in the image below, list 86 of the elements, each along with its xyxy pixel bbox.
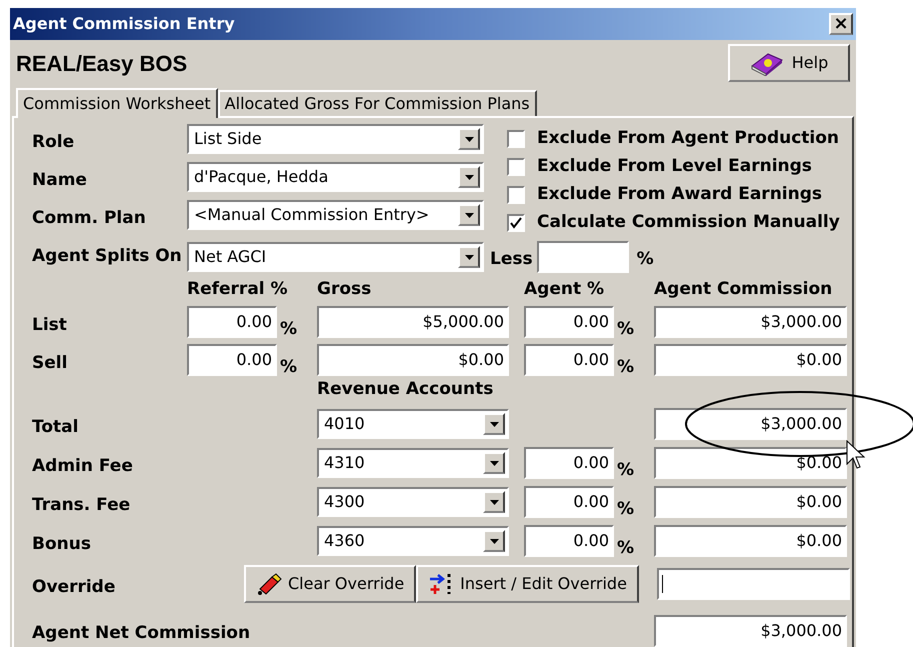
dropdown-field[interactable]: 4010: [317, 409, 509, 439]
dropdown-button[interactable]: [483, 530, 505, 552]
dropdown-field[interactable]: 4360: [317, 526, 509, 556]
field-label: Role: [32, 131, 76, 154]
dropdown-field[interactable]: <Manual Commission Entry>: [187, 200, 484, 230]
field-label: Agent %: [524, 278, 604, 298]
dropdown-button[interactable]: [483, 491, 505, 513]
checkbox[interactable]: [507, 130, 525, 148]
window-title: Agent Commission Entry: [13, 13, 235, 35]
help-button[interactable]: Help: [728, 44, 850, 82]
input-field[interactable]: 0.00: [187, 306, 277, 338]
caret-icon: [490, 500, 498, 504]
field-label: Revenue Accounts: [317, 378, 494, 400]
input-field[interactable]: 0.00: [524, 344, 614, 376]
input-field[interactable]: $3,000.00: [654, 306, 847, 338]
field-label: Agent Splits On: [32, 245, 183, 268]
percent-sign: %: [617, 359, 636, 376]
net-commission-field[interactable]: $3,000.00: [654, 615, 847, 647]
field-label: Bonus: [32, 532, 92, 556]
field-label: Less: [490, 248, 533, 272]
checkbox[interactable]: [507, 214, 525, 232]
caret-icon: [490, 538, 498, 544]
input-field[interactable]: 0.00: [524, 447, 614, 479]
field-label: Gross: [317, 278, 372, 298]
input-field[interactable]: $0.00: [317, 344, 509, 376]
app-title: REAL/Easy BOS: [16, 50, 188, 78]
caret-icon: [490, 422, 498, 426]
dropdown-field[interactable]: 4300: [317, 487, 509, 517]
input-field[interactable]: 0.00: [524, 525, 614, 557]
dropdown-button[interactable]: [458, 204, 480, 226]
percent-sign: %: [617, 540, 636, 557]
dropdown-button[interactable]: [458, 246, 480, 268]
field-label: Total: [32, 416, 80, 438]
checkbox-label: Calculate Commission Manually: [537, 211, 840, 234]
dropdown-button[interactable]: [458, 166, 480, 188]
percent-sign: %: [617, 501, 636, 518]
dropdown-field[interactable]: List Side: [187, 124, 484, 154]
dropdown-button[interactable]: [483, 452, 505, 474]
checkbox[interactable]: [507, 186, 525, 204]
checkbox-label: Exclude From Agent Production: [537, 127, 840, 150]
override-field[interactable]: [656, 568, 850, 600]
tab[interactable]: Allocated Gross For Commission Plans: [218, 90, 537, 116]
input-field[interactable]: 0.00: [524, 486, 614, 518]
input-field[interactable]: 0.00: [524, 306, 614, 338]
checkbox[interactable]: [507, 158, 525, 176]
field-label: Sell: [32, 352, 68, 374]
close-button[interactable]: ×: [829, 13, 853, 35]
clear-override-button[interactable]: Clear Override: [244, 565, 416, 603]
input-field[interactable]: $0.00: [654, 525, 847, 557]
tab[interactable]: Commission Worksheet: [16, 88, 218, 118]
dropdown-button[interactable]: [458, 128, 480, 150]
field-label: Admin Fee: [32, 454, 134, 478]
input-field[interactable]: $3,000.00: [654, 408, 847, 440]
field-label: List: [32, 314, 68, 336]
input-field[interactable]: $0.00: [654, 486, 847, 518]
input-field[interactable]: 0.00: [187, 344, 277, 376]
field-label: Referral %: [187, 278, 288, 298]
field-label: Override: [32, 576, 116, 600]
less-field[interactable]: [536, 241, 629, 273]
caret-icon: [490, 460, 498, 466]
percent-sign: %: [280, 321, 298, 338]
eraser-icon: [256, 573, 282, 595]
input-field[interactable]: $5,000.00: [317, 306, 509, 338]
caret-icon: [464, 136, 474, 142]
checkbox-label: Exclude From Award Earnings: [537, 183, 822, 206]
field-label: Name: [32, 169, 88, 192]
caret-icon: [464, 212, 474, 218]
checkbox-label: Exclude From Level Earnings: [537, 155, 812, 178]
dropdown-field[interactable]: Net AGCI: [187, 242, 484, 272]
percent-sign: %: [280, 359, 298, 376]
dropdown-field[interactable]: 4310: [317, 448, 509, 478]
caret-icon: [464, 174, 474, 180]
field-label: Comm. Plan: [32, 207, 147, 230]
field-label: Trans. Fee: [32, 494, 132, 516]
percent-sign: %: [617, 321, 636, 338]
dropdown-button[interactable]: [483, 413, 505, 435]
input-field[interactable]: $0.00: [654, 447, 847, 479]
percent-sign: %: [617, 462, 636, 479]
field-label: Agent Commission: [654, 278, 832, 298]
text-cursor: [662, 575, 663, 593]
field-label: %: [636, 248, 654, 272]
insert-override-button[interactable]: Insert / Edit Override: [416, 565, 639, 603]
dropdown-field[interactable]: d'Pacque, Hedda: [187, 162, 484, 192]
caret-icon: [464, 254, 474, 260]
input-field[interactable]: $0.00: [654, 344, 847, 376]
field-label: Agent Net Commission: [32, 622, 252, 646]
